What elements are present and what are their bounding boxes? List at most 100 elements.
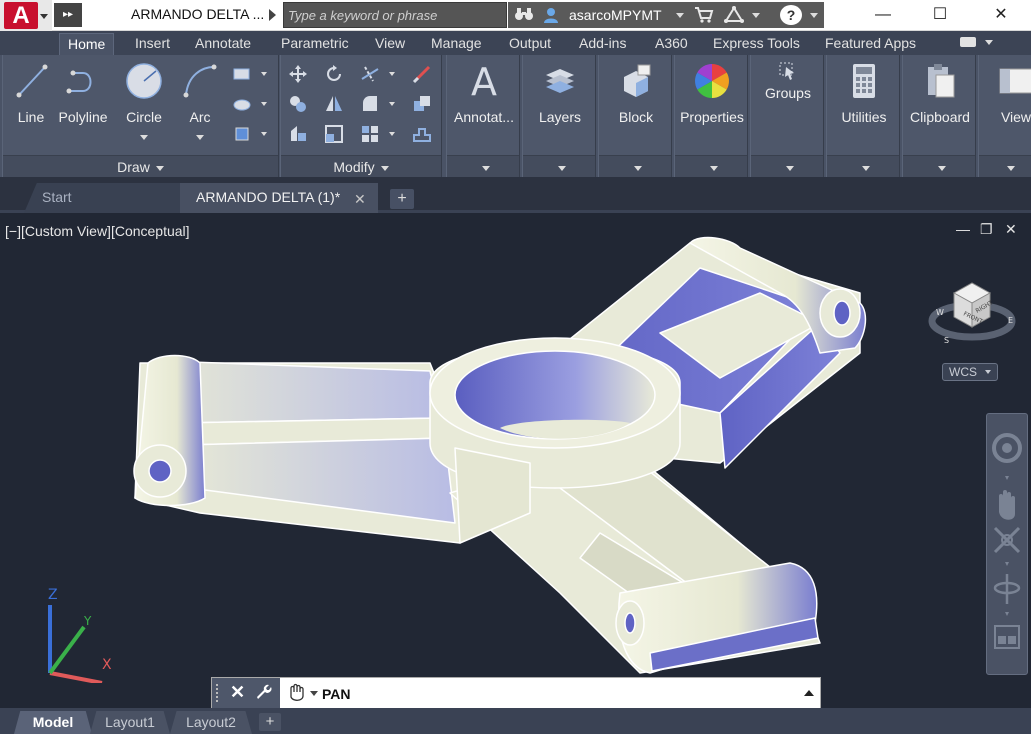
close-icon[interactable]: ✕ bbox=[230, 682, 245, 703]
explode-icon[interactable] bbox=[411, 93, 433, 115]
maximize-icon[interactable]: ☐ bbox=[917, 0, 963, 30]
array-chevron-icon[interactable] bbox=[389, 132, 395, 136]
block-button[interactable]: Block bbox=[599, 59, 673, 151]
line-button[interactable]: Line bbox=[7, 59, 55, 151]
application-menu-button[interactable]: A bbox=[0, 0, 52, 31]
rectangle-chevron-icon[interactable] bbox=[261, 72, 267, 76]
tab-armando-delta[interactable]: ARMANDO DELTA (1)* bbox=[180, 183, 378, 213]
tab-manage[interactable]: Manage bbox=[431, 35, 482, 51]
tab-layout2[interactable]: Layout2 bbox=[170, 711, 252, 734]
scale-icon[interactable] bbox=[323, 123, 345, 145]
fillet-chevron-icon[interactable] bbox=[389, 102, 395, 106]
array-icon[interactable] bbox=[359, 123, 381, 145]
circle-chevron-icon[interactable] bbox=[140, 135, 148, 140]
wrench-icon[interactable] bbox=[254, 682, 272, 705]
rotate-icon[interactable] bbox=[323, 63, 345, 85]
utilities-expand[interactable] bbox=[827, 155, 899, 177]
trim-icon[interactable] bbox=[359, 63, 381, 85]
viewcube[interactable]: FRONT RIGHT W E S bbox=[924, 271, 1020, 349]
layers-button[interactable]: Layers bbox=[523, 59, 597, 151]
rectangle-icon[interactable] bbox=[231, 63, 253, 85]
steering-wheel-icon[interactable] bbox=[992, 433, 1022, 463]
viewport-restore-icon[interactable]: ❐ bbox=[980, 221, 993, 238]
zoom-extents-icon[interactable] bbox=[993, 526, 1021, 554]
viewcube-west-label[interactable]: W bbox=[936, 308, 944, 317]
viewport-minimize-icon[interactable]: — bbox=[956, 221, 970, 237]
annotation-expand[interactable] bbox=[447, 155, 519, 177]
search-expand-icon[interactable] bbox=[269, 9, 276, 21]
tab-parametric[interactable]: Parametric bbox=[281, 35, 349, 51]
viewport-controls-label[interactable]: [−][Custom View][Conceptual] bbox=[5, 223, 190, 239]
tab-insert[interactable]: Insert bbox=[135, 35, 170, 51]
ribbon-minimize-icon[interactable] bbox=[960, 37, 976, 47]
new-layout-button[interactable]: + bbox=[259, 713, 281, 731]
showmotion-icon[interactable] bbox=[994, 625, 1020, 649]
tab-add-ins[interactable]: Add-ins bbox=[579, 35, 626, 51]
binoculars-icon[interactable] bbox=[514, 6, 534, 26]
help-chevron-icon[interactable] bbox=[810, 13, 818, 18]
circle-button[interactable]: Circle bbox=[117, 59, 171, 151]
orbit-icon[interactable] bbox=[993, 574, 1021, 604]
stretch-icon[interactable] bbox=[287, 123, 309, 145]
ribbon-options-chevron-icon[interactable] bbox=[985, 40, 993, 45]
a360-chevron-icon[interactable] bbox=[752, 13, 760, 18]
view-expand[interactable] bbox=[979, 155, 1031, 177]
modify-panel-title[interactable]: Modify bbox=[281, 155, 441, 177]
properties-expand[interactable] bbox=[675, 155, 747, 177]
tab-express-tools[interactable]: Express Tools bbox=[713, 35, 800, 51]
viewcube-south-label[interactable]: S bbox=[944, 336, 949, 345]
viewcube-east-label[interactable]: E bbox=[1008, 316, 1013, 325]
cart-icon[interactable] bbox=[694, 6, 714, 28]
clipboard-button[interactable]: Clipboard bbox=[903, 59, 977, 151]
a360-icon[interactable] bbox=[724, 6, 744, 28]
trim-chevron-icon[interactable] bbox=[389, 72, 395, 76]
properties-button[interactable]: Properties bbox=[675, 59, 749, 151]
clipboard-expand[interactable] bbox=[903, 155, 975, 177]
command-recent-chevron-icon[interactable] bbox=[310, 691, 318, 696]
annotation-button[interactable]: A Annotat... bbox=[447, 59, 521, 151]
region-icon[interactable] bbox=[231, 123, 253, 145]
polyline-button[interactable]: Polyline bbox=[55, 59, 111, 151]
tab-model[interactable]: Model bbox=[14, 711, 92, 734]
layers-expand[interactable] bbox=[523, 155, 595, 177]
tab-view[interactable]: View bbox=[375, 35, 405, 51]
block-expand[interactable] bbox=[599, 155, 671, 177]
erase-icon[interactable] bbox=[411, 63, 433, 85]
3d-model[interactable] bbox=[0, 213, 1031, 708]
close-icon[interactable]: ✕ bbox=[978, 0, 1024, 30]
move-icon[interactable] bbox=[287, 63, 309, 85]
user-name[interactable]: asarcoMPYMT bbox=[569, 7, 662, 23]
viewport-close-icon[interactable]: ✕ bbox=[1005, 221, 1017, 238]
offset-icon[interactable] bbox=[411, 123, 433, 145]
region-chevron-icon[interactable] bbox=[261, 132, 267, 136]
tab-output[interactable]: Output bbox=[509, 35, 551, 51]
pan-icon[interactable] bbox=[999, 490, 1015, 520]
command-history-icon[interactable] bbox=[804, 690, 814, 696]
command-input[interactable] bbox=[322, 684, 802, 704]
groups-expand[interactable] bbox=[751, 155, 823, 177]
grip-handle-icon[interactable] bbox=[216, 684, 220, 702]
arc-chevron-icon[interactable] bbox=[196, 135, 204, 140]
user-icon[interactable] bbox=[542, 6, 560, 28]
help-icon[interactable]: ? bbox=[780, 5, 802, 25]
tab-start[interactable]: Start bbox=[24, 183, 184, 213]
copy-icon[interactable] bbox=[287, 93, 309, 115]
tab-annotate[interactable]: Annotate bbox=[195, 35, 251, 51]
user-menu-chevron-icon[interactable] bbox=[676, 13, 684, 18]
tab-layout1[interactable]: Layout1 bbox=[90, 711, 170, 734]
mirror-icon[interactable] bbox=[323, 93, 345, 115]
fillet-icon[interactable] bbox=[359, 93, 381, 115]
arc-button[interactable]: Arc bbox=[175, 59, 225, 151]
utilities-button[interactable]: Utilities bbox=[827, 59, 901, 151]
drawing-viewport[interactable]: [−][Custom View][Conceptual] — ❐ ✕ FRONT… bbox=[0, 213, 1031, 708]
groups-button[interactable]: Groups bbox=[751, 55, 825, 147]
new-tab-button[interactable]: + bbox=[390, 189, 414, 209]
draw-panel-title[interactable]: Draw bbox=[3, 155, 278, 177]
search-input[interactable] bbox=[283, 2, 507, 28]
tab-featured-apps[interactable]: Featured Apps bbox=[825, 35, 916, 51]
hatch-chevron-icon[interactable] bbox=[261, 102, 267, 106]
view-button[interactable]: View bbox=[979, 59, 1031, 151]
close-tab-icon[interactable]: ✕ bbox=[354, 191, 366, 208]
minimize-icon[interactable]: — bbox=[860, 0, 906, 30]
quick-access-toolbar-more[interactable]: ▸▸ bbox=[54, 3, 82, 27]
